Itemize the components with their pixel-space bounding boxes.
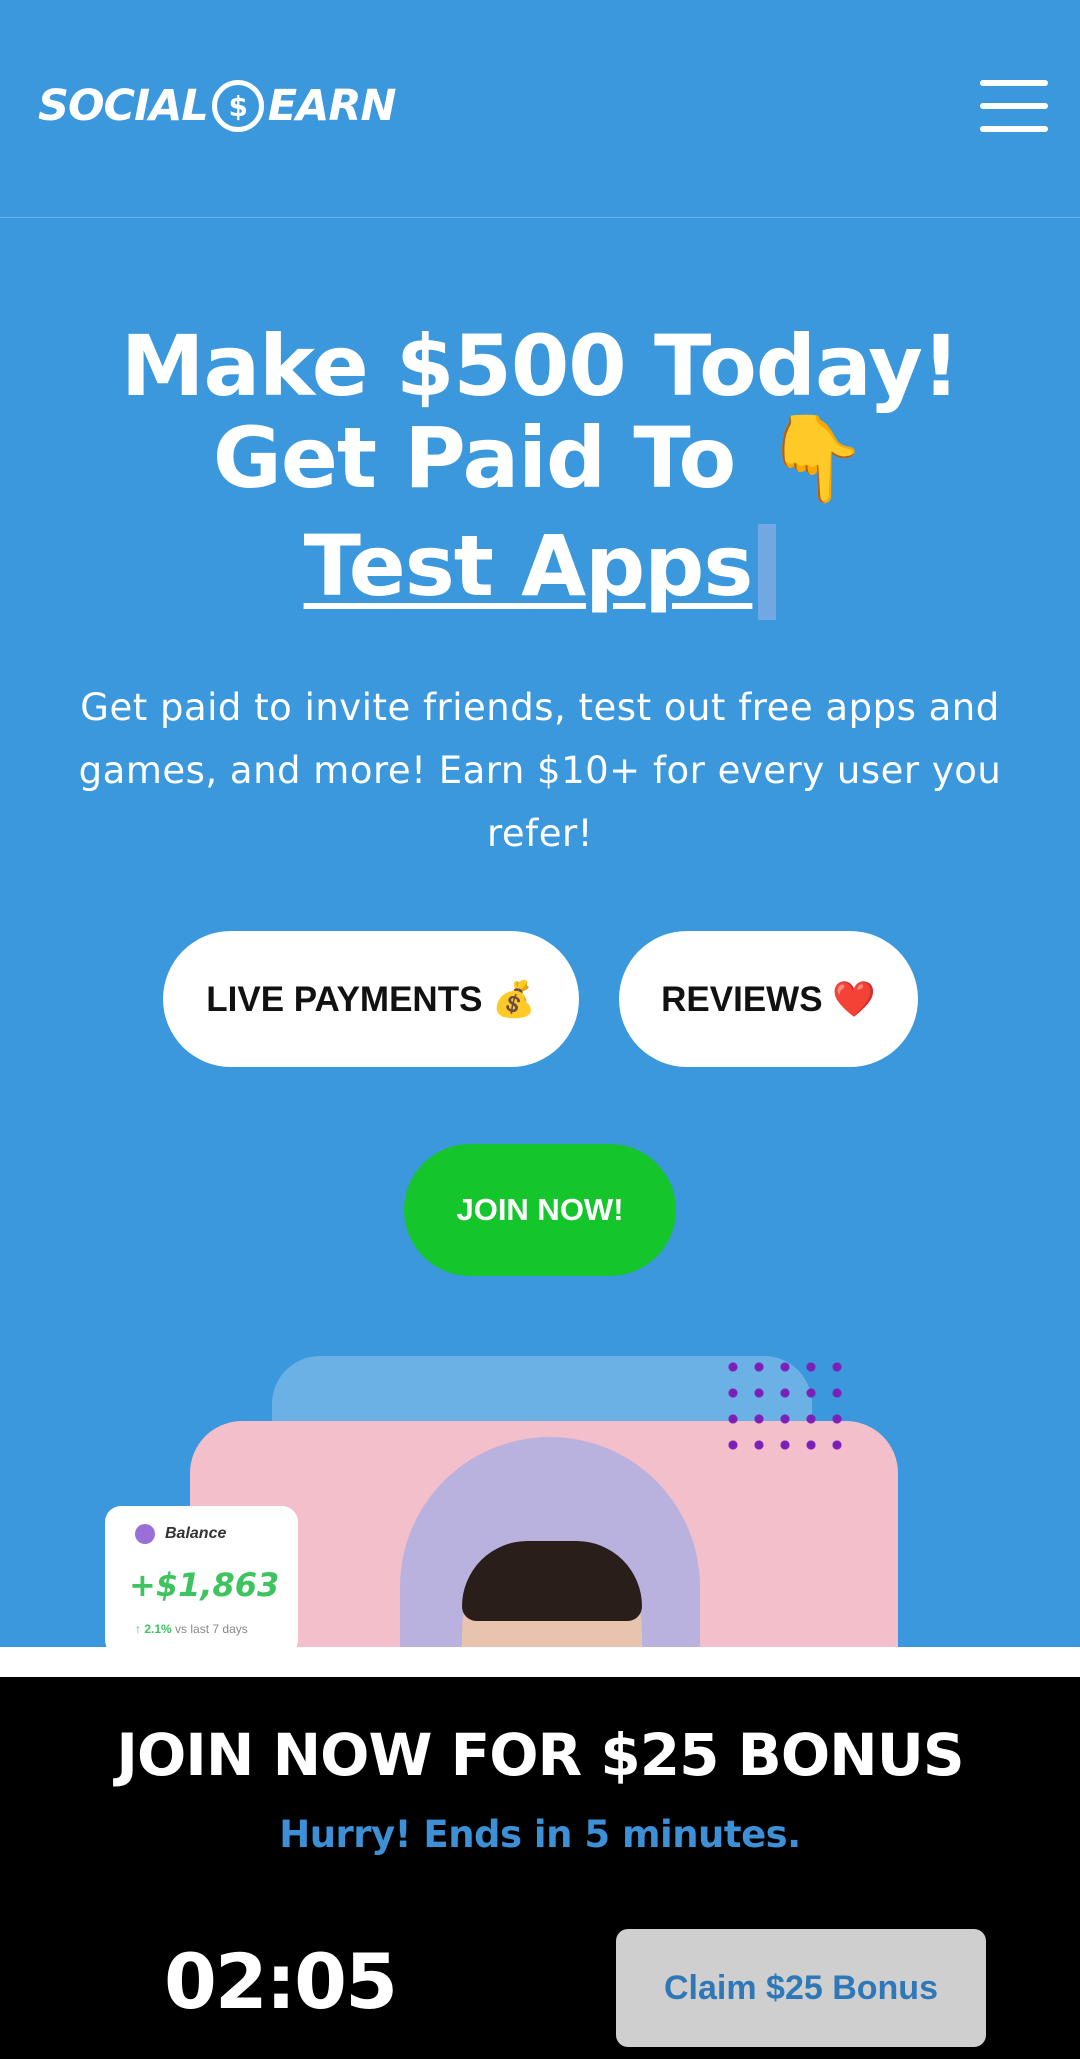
dot-pattern-decoration [720, 1354, 850, 1454]
hero-illustration: Balance +$1,863 ↑ 2.1% vs last 7 days [90, 1340, 990, 1647]
menu-bar [980, 80, 1048, 86]
headline-line-1: Make $500 Today! [120, 317, 960, 415]
bonus-promo-bar: JOIN NOW FOR $25 BONUS Hurry! Ends in 5 … [0, 1677, 1080, 2059]
social-earn-logo[interactable]: SOCIAL $ EARN [38, 76, 397, 136]
headline-line-2: Get Paid To 👇 [212, 409, 868, 507]
hero-description: Get paid to invite friends, test out fre… [78, 686, 1002, 855]
balance-change-pct: 2.1% [144, 1622, 172, 1636]
section-divider [0, 1647, 1080, 1677]
balance-amount: +$1,863 [129, 1566, 280, 1604]
logo-text-earn: EARN [267, 81, 397, 131]
logo-text-social: SOCIAL [38, 81, 209, 131]
balance-icon [135, 1524, 155, 1544]
balance-change-text: vs last 7 days [175, 1622, 248, 1636]
dollar-coin-icon: $ [211, 80, 264, 132]
join-now-button[interactable]: JOIN NOW! [404, 1144, 676, 1276]
site-header: SOCIAL $ EARN [0, 0, 1080, 218]
reviews-button[interactable]: REVIEWS ❤️ [619, 931, 918, 1067]
person-hair [462, 1541, 642, 1621]
promo-title: JOIN NOW FOR $25 BONUS [116, 1721, 964, 1789]
balance-label: Balance [165, 1525, 227, 1542]
promo-subtitle: Hurry! Ends in 5 minutes. [279, 1813, 801, 1856]
claim-bonus-button[interactable]: Claim $25 Bonus [616, 1929, 986, 2047]
hamburger-menu-icon[interactable] [980, 80, 1048, 132]
arrow-up-icon: ↑ [135, 1622, 141, 1636]
menu-bar [980, 103, 1048, 109]
balance-header: Balance [135, 1524, 226, 1544]
live-payments-button[interactable]: LIVE PAYMENTS 💰 [163, 931, 579, 1067]
countdown-timer: 02:05 [164, 1937, 398, 2026]
balance-card: Balance +$1,863 ↑ 2.1% vs last 7 days [105, 1506, 298, 1647]
headline-line-3: Test Apps [303, 517, 754, 615]
hero-headline: Make $500 Today! Get Paid To 👇 Test Apps [0, 317, 1080, 621]
typing-cursor [758, 524, 777, 621]
balance-change: ↑ 2.1% vs last 7 days [135, 1622, 248, 1636]
menu-bar [980, 126, 1048, 132]
